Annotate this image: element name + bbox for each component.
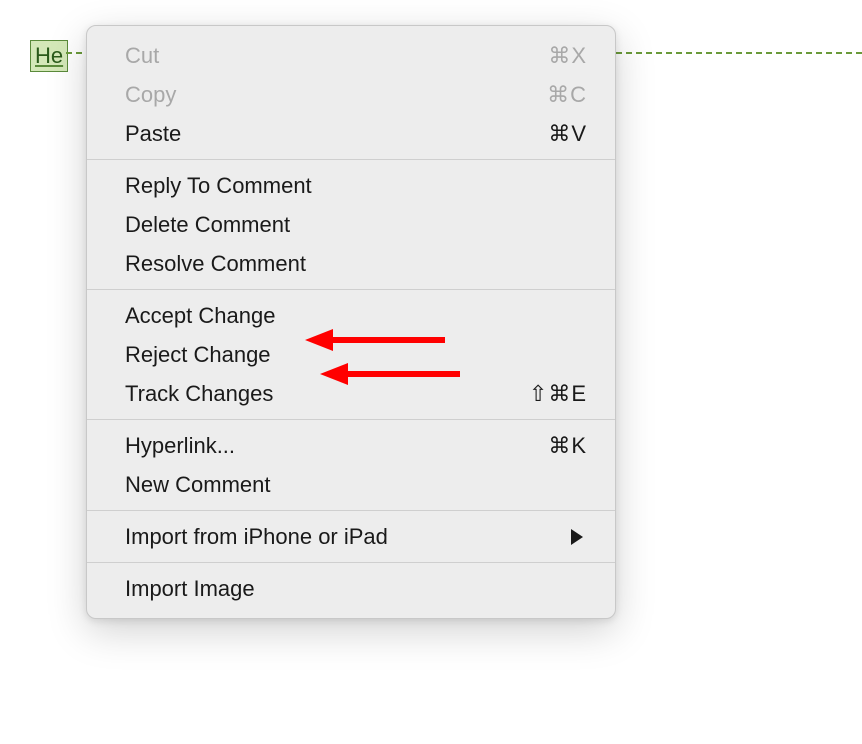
menu-item-hyperlink[interactable]: Hyperlink... ⌘K	[87, 426, 615, 465]
menu-section-import-device: Import from iPhone or iPad	[87, 511, 615, 562]
menu-item-paste[interactable]: Paste ⌘V	[87, 114, 615, 153]
menu-item-label: Hyperlink...	[125, 429, 235, 462]
highlighted-tracked-text[interactable]: He	[30, 40, 68, 72]
menu-section-import-image: Import Image	[87, 563, 615, 618]
menu-item-label: Cut	[125, 39, 159, 72]
menu-item-delete-comment[interactable]: Delete Comment	[87, 205, 615, 244]
menu-item-shortcut: ⌘K	[548, 429, 587, 462]
menu-item-label: Copy	[125, 78, 176, 111]
menu-section-edit: Cut ⌘X Copy ⌘C Paste ⌘V	[87, 26, 615, 159]
menu-item-label: Resolve Comment	[125, 247, 306, 280]
menu-item-label: New Comment	[125, 468, 270, 501]
menu-item-label: Reject Change	[125, 338, 271, 371]
menu-item-label: Import from iPhone or iPad	[125, 520, 388, 553]
menu-item-import-image[interactable]: Import Image	[87, 569, 615, 608]
menu-item-reject-change[interactable]: Reject Change	[87, 335, 615, 374]
menu-section-insert: Hyperlink... ⌘K New Comment	[87, 420, 615, 510]
menu-item-shortcut: ⇧⌘E	[529, 377, 587, 410]
menu-item-reply-comment[interactable]: Reply To Comment	[87, 166, 615, 205]
submenu-arrow-icon	[571, 529, 583, 545]
menu-section-comments: Reply To Comment Delete Comment Resolve …	[87, 160, 615, 289]
menu-item-cut[interactable]: Cut ⌘X	[87, 36, 615, 75]
menu-item-label: Accept Change	[125, 299, 275, 332]
menu-item-label: Reply To Comment	[125, 169, 312, 202]
context-menu: Cut ⌘X Copy ⌘C Paste ⌘V Reply To Comment…	[86, 25, 616, 619]
menu-item-track-changes[interactable]: Track Changes ⇧⌘E	[87, 374, 615, 413]
menu-section-changes: Accept Change Reject Change Track Change…	[87, 290, 615, 419]
menu-item-label: Paste	[125, 117, 181, 150]
menu-item-label: Track Changes	[125, 377, 273, 410]
menu-item-resolve-comment[interactable]: Resolve Comment	[87, 244, 615, 283]
menu-item-accept-change[interactable]: Accept Change	[87, 296, 615, 335]
menu-item-import-device[interactable]: Import from iPhone or iPad	[87, 517, 615, 556]
menu-item-label: Import Image	[125, 572, 255, 605]
menu-item-label: Delete Comment	[125, 208, 290, 241]
menu-item-shortcut: ⌘V	[548, 117, 587, 150]
menu-item-shortcut: ⌘C	[547, 78, 587, 111]
menu-item-copy[interactable]: Copy ⌘C	[87, 75, 615, 114]
menu-item-new-comment[interactable]: New Comment	[87, 465, 615, 504]
menu-item-shortcut: ⌘X	[548, 39, 587, 72]
